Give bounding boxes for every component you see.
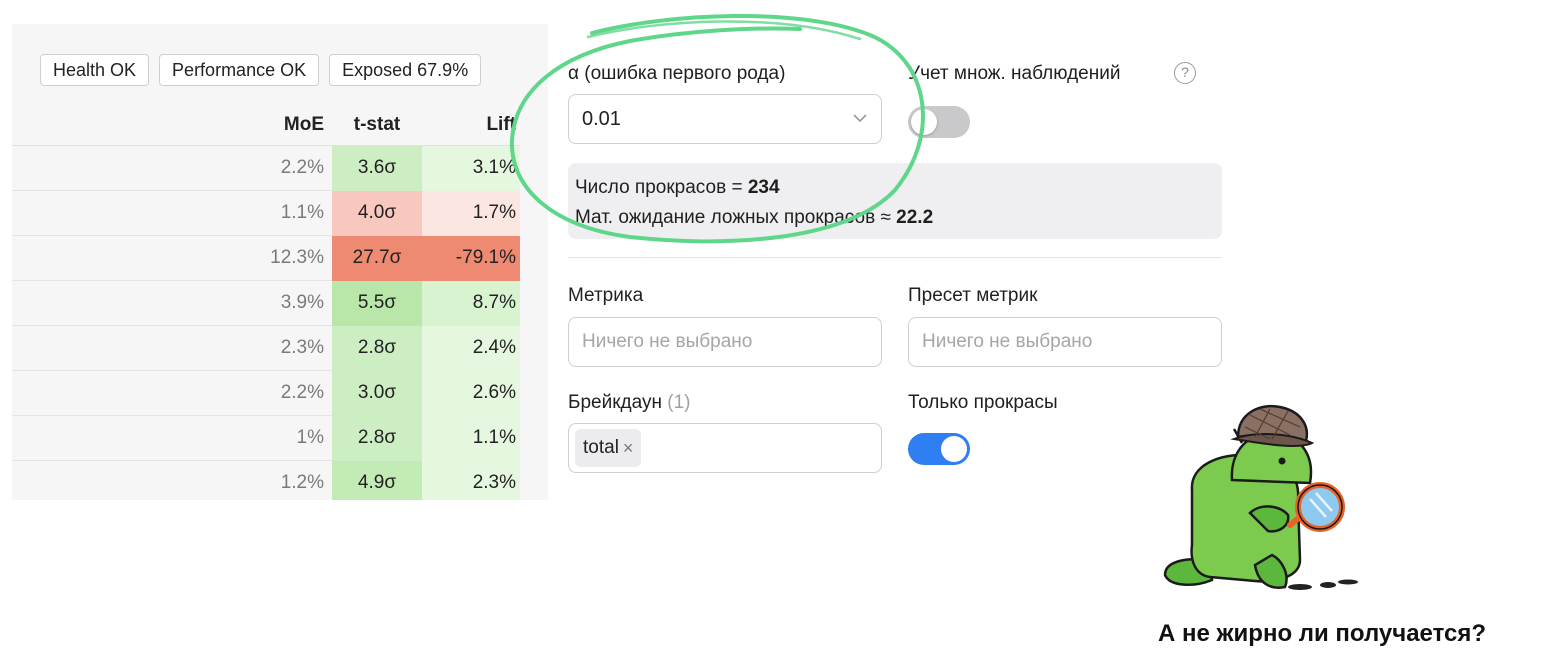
breakdown-chip[interactable]: total × — [575, 429, 642, 467]
cell-tstat: 4.9σ — [332, 461, 422, 500]
preset-input[interactable] — [909, 318, 1221, 366]
cell-tstat: 2.8σ — [332, 326, 422, 371]
metric-field[interactable] — [568, 317, 882, 367]
cell-lift: 2.3% — [422, 461, 520, 500]
cell-lift: 1.1% — [422, 416, 520, 461]
cell-lift: 2.6% — [422, 371, 520, 416]
cell-moe: 1% — [296, 427, 324, 448]
cell-moe: 1.1% — [280, 202, 324, 223]
chip-label: total — [583, 437, 619, 458]
preset-field[interactable] — [908, 317, 1222, 367]
divider — [568, 257, 1222, 258]
results-panel: Health OK Performance OK Exposed 67.9% M… — [12, 24, 548, 500]
table-row[interactable]: 1.1% 4.0σ 1.7% — [12, 191, 520, 236]
table-row[interactable]: 2.2% 3.6σ 3.1% — [12, 146, 520, 191]
status-badges: Health OK Performance OK Exposed 67.9% — [40, 54, 482, 86]
metric-label: Метрика — [568, 285, 644, 306]
help-icon[interactable]: ? — [1174, 62, 1196, 84]
table-header: MoE t-stat Lift — [12, 102, 520, 146]
cell-moe: 2.2% — [280, 382, 324, 403]
health-badge[interactable]: Health OK — [40, 54, 150, 86]
breakdown-count: (1) — [667, 392, 691, 413]
highlight-circle-annotation — [509, 13, 925, 244]
results-table: MoE t-stat Lift 2.2% 3.6σ 3.1% 1.1% 4.0σ 1.7%… — [12, 102, 520, 500]
cell-moe: 1.2% — [280, 472, 324, 493]
table-row[interactable]: 3.9% 5.5σ 8.7% — [12, 281, 520, 326]
cell-tstat: 5.5σ — [332, 281, 422, 326]
table-row[interactable]: 1% 2.8σ 1.1% — [12, 416, 520, 461]
header-moe[interactable]: MoE — [284, 114, 324, 136]
only-significant-toggle[interactable] — [908, 433, 970, 465]
breakdown-label: Брейкдаун (1) — [568, 392, 691, 413]
caption-text: А не жирно ли получается? — [1158, 620, 1487, 647]
preset-label: Пресет метрик — [908, 285, 1038, 306]
cell-tstat: 4.0σ — [332, 191, 422, 236]
performance-badge[interactable]: Performance OK — [159, 54, 320, 86]
cell-moe: 2.2% — [280, 157, 324, 178]
close-icon[interactable]: × — [623, 429, 634, 467]
table-row[interactable]: 1.2% 4.9σ 2.3% — [12, 461, 520, 500]
breakdown-field[interactable]: total × — [568, 423, 882, 473]
header-tstat[interactable]: t-stat — [332, 114, 422, 136]
toggle-knob — [941, 436, 967, 462]
detective-android-icon — [1163, 404, 1358, 590]
cell-lift: 8.7% — [422, 281, 520, 326]
table-row[interactable]: 2.3% 2.8σ 2.4% — [12, 326, 520, 371]
cell-moe: 2.3% — [280, 337, 324, 358]
only-significant-label: Только прокрасы — [908, 392, 1058, 413]
cell-moe: 3.9% — [280, 292, 324, 313]
table-body: 2.2% 3.6σ 3.1% 1.1% 4.0σ 1.7% 12.3% 27.7σ -79.1%… — [12, 146, 520, 500]
cell-tstat: 27.7σ — [332, 236, 422, 281]
table-row[interactable]: 2.2% 3.0σ 2.6% — [12, 371, 520, 416]
cell-lift: 2.4% — [422, 326, 520, 371]
cell-moe: 12.3% — [270, 247, 324, 268]
exposed-badge[interactable]: Exposed 67.9% — [329, 54, 482, 86]
cell-tstat: 3.0σ — [332, 371, 422, 416]
cell-tstat: 3.6σ — [332, 146, 422, 191]
table-row[interactable]: 12.3% 27.7σ -79.1% — [12, 236, 520, 281]
metric-input[interactable] — [569, 318, 881, 366]
cell-tstat: 2.8σ — [332, 416, 422, 461]
